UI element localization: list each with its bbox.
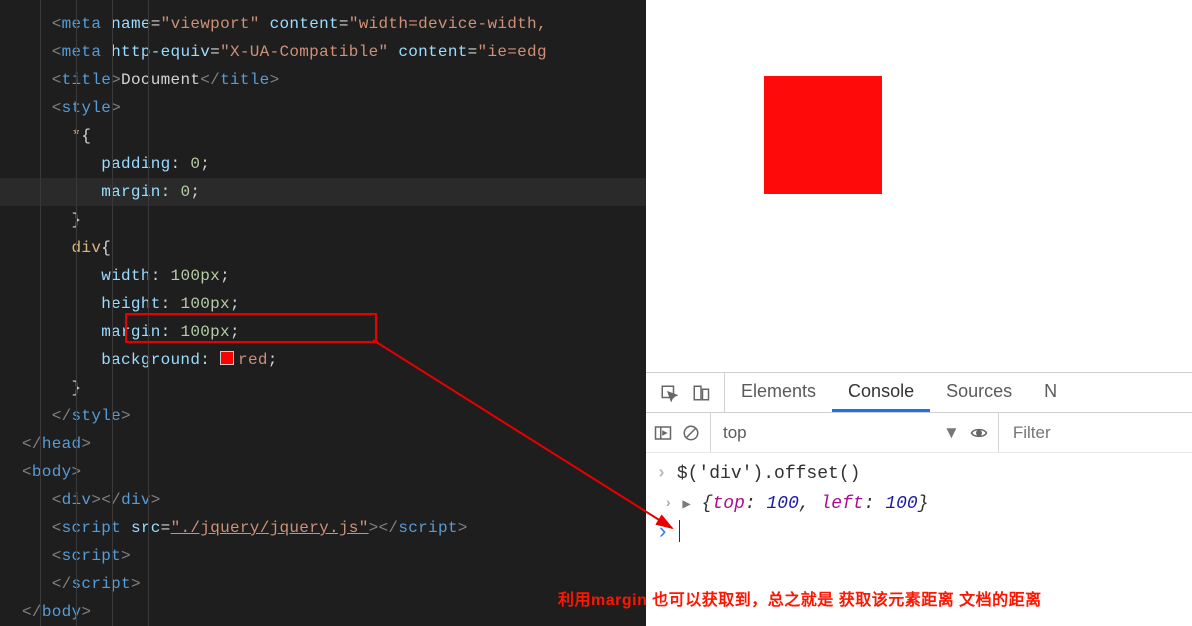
code-line[interactable]: }: [0, 374, 646, 402]
code-line[interactable]: margin: 100px;: [0, 318, 646, 346]
input-arrow-icon: ›: [656, 459, 667, 489]
code-line[interactable]: <div></div>: [0, 486, 646, 514]
code-line[interactable]: background: red;: [0, 346, 646, 374]
code-line[interactable]: </head>: [0, 430, 646, 458]
console-input-expression: $('div').offset(): [677, 459, 861, 489]
code-line[interactable]: <title>Document</title>: [0, 66, 646, 94]
prompt-arrow-icon: ›: [656, 520, 669, 546]
console-sidebar-toggle-icon[interactable]: [654, 424, 672, 442]
code-line[interactable]: <meta name="viewport" content="width=dev…: [0, 10, 646, 38]
inspect-element-icon[interactable]: [660, 384, 678, 402]
filter-input[interactable]: [1013, 423, 1103, 443]
tab-more[interactable]: N: [1028, 373, 1073, 412]
code-line[interactable]: </style>: [0, 402, 646, 430]
chevron-down-icon: ▼: [943, 423, 960, 443]
result-arrow-icon: ‹: [664, 489, 672, 519]
code-line[interactable]: </script>: [0, 570, 646, 598]
code-line[interactable]: <style>: [0, 94, 646, 122]
code-line[interactable]: *{: [0, 122, 646, 150]
devtools-tabs: Elements Console Sources N: [646, 373, 1192, 413]
text-cursor: [679, 520, 680, 542]
tab-sources[interactable]: Sources: [930, 373, 1028, 412]
expand-triangle-icon[interactable]: ▶: [682, 497, 690, 513]
code-line[interactable]: padding: 0;: [0, 150, 646, 178]
console-input-line: › $('div').offset(): [654, 459, 1184, 489]
code-line[interactable]: </body>: [0, 598, 646, 626]
clear-console-icon[interactable]: [682, 424, 700, 442]
tab-elements[interactable]: Elements: [725, 373, 832, 412]
rendered-div-element: [764, 76, 882, 194]
code-line[interactable]: <script>: [0, 542, 646, 570]
color-swatch-icon: [220, 351, 234, 365]
device-toolbar-icon[interactable]: [692, 384, 710, 402]
code-line[interactable]: }: [0, 206, 646, 234]
browser-pane: Elements Console Sources N top ▼ › $('di…: [646, 0, 1192, 626]
code-line[interactable]: <meta http-equiv="X-UA-Compatible" conte…: [0, 38, 646, 66]
code-line[interactable]: <body>: [0, 458, 646, 486]
console-body[interactable]: › $('div').offset() ‹ ▶ {top: 100, left:…: [646, 453, 1192, 552]
code-line[interactable]: margin: 0;: [0, 178, 646, 206]
code-line[interactable]: div{: [0, 234, 646, 262]
console-toolbar: top ▼: [646, 413, 1192, 453]
tab-console[interactable]: Console: [832, 373, 930, 412]
code-line[interactable]: height: 100px;: [0, 290, 646, 318]
console-result-line: ‹ ▶ {top: 100, left: 100}: [654, 489, 1184, 520]
console-prompt-line[interactable]: ›: [654, 520, 1184, 546]
code-line[interactable]: width: 100px;: [0, 262, 646, 290]
annotation-text: 利用margin 也可以获取到，总之就是 获取该元素距离 文档的距离: [558, 586, 1042, 610]
execution-context-selector[interactable]: top ▼: [710, 413, 960, 452]
code-line[interactable]: <script src="./jquery/jquery.js"></scrip…: [0, 514, 646, 542]
code-editor[interactable]: <meta name="viewport" content="width=dev…: [0, 0, 646, 626]
live-expression-icon[interactable]: [970, 424, 988, 442]
browser-viewport: [646, 0, 1192, 372]
